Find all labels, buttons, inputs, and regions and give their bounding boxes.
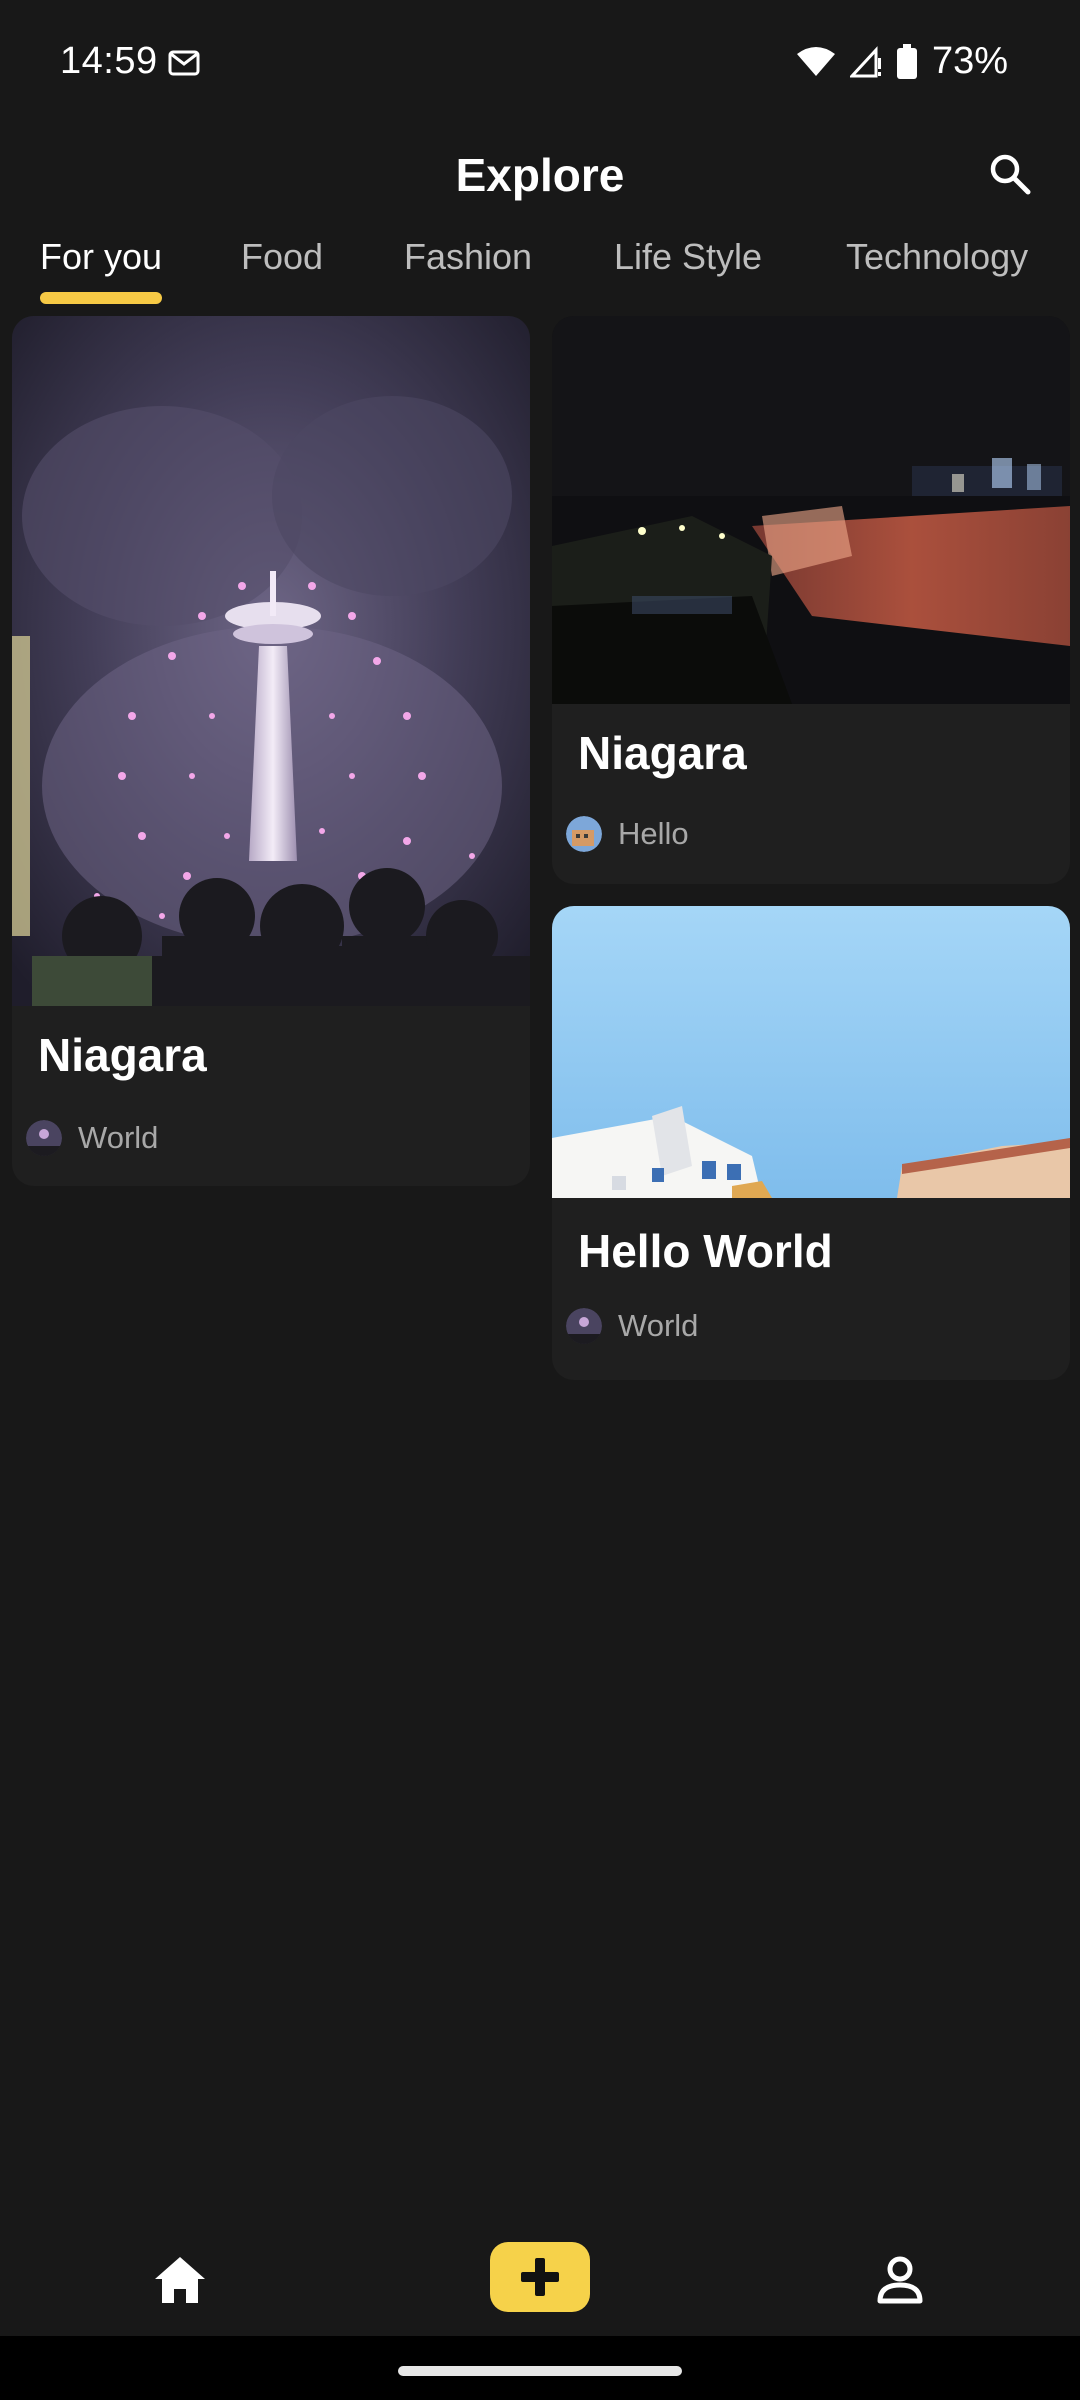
mail-notification-icon — [168, 50, 200, 76]
post-author: World — [566, 1308, 698, 1344]
post-author: World — [26, 1120, 158, 1156]
author-name: Hello — [618, 816, 689, 851]
page-title: Explore — [455, 149, 625, 201]
wifi-icon — [796, 46, 835, 76]
author-name: World — [618, 1308, 699, 1343]
post-title: Niagara — [578, 727, 747, 779]
post-title: Hello World — [578, 1225, 833, 1277]
signal-icon — [849, 45, 881, 77]
post-card[interactable]: Hello World World — [552, 906, 1070, 1380]
tab-life-style[interactable]: Life Style — [614, 236, 762, 278]
tab-for-you[interactable]: For you — [40, 236, 162, 278]
battery-percentage: 73% — [931, 40, 1008, 82]
post-card[interactable]: Niagara Hello — [552, 316, 1070, 884]
home-icon — [155, 2257, 205, 2303]
post-title: Niagara — [38, 1029, 207, 1081]
home-gesture-handle[interactable] — [398, 2366, 682, 2376]
post-author: Hello — [566, 816, 689, 852]
nav-home[interactable] — [135, 2240, 225, 2320]
profile-icon — [877, 2256, 923, 2304]
bottom-navigation — [0, 2220, 1080, 2340]
sky-building-photo — [552, 906, 1070, 1198]
status-time: 14:59 — [60, 40, 158, 82]
avatar — [566, 1308, 602, 1344]
fireworks-photo — [12, 316, 530, 1006]
post-image — [552, 316, 1070, 704]
add-icon — [521, 2258, 559, 2296]
add-post-button[interactable] — [490, 2242, 590, 2312]
search-icon — [990, 154, 1031, 195]
status-indicators: 73% — [796, 40, 1008, 83]
author-name: World — [78, 1120, 159, 1155]
active-tab-indicator — [40, 292, 162, 304]
battery-icon — [896, 43, 917, 79]
avatar — [26, 1120, 62, 1156]
system-gesture-bar — [0, 2336, 1080, 2400]
avatar — [566, 816, 602, 852]
night-falls-photo — [552, 316, 1070, 704]
category-tabs: For you Food Fashion Life Style Technolo… — [0, 230, 1080, 310]
post-image — [12, 316, 530, 1006]
nav-profile[interactable] — [855, 2240, 945, 2320]
tab-food[interactable]: Food — [241, 236, 323, 278]
app-header: Explore — [0, 130, 1080, 230]
post-card[interactable]: Niagara World — [12, 316, 530, 1186]
search-button[interactable] — [980, 144, 1040, 204]
post-image — [552, 906, 1070, 1198]
tab-technology[interactable]: Technology — [846, 236, 1028, 278]
tab-fashion[interactable]: Fashion — [404, 236, 532, 278]
status-bar: 14:59 73% — [0, 0, 1080, 130]
